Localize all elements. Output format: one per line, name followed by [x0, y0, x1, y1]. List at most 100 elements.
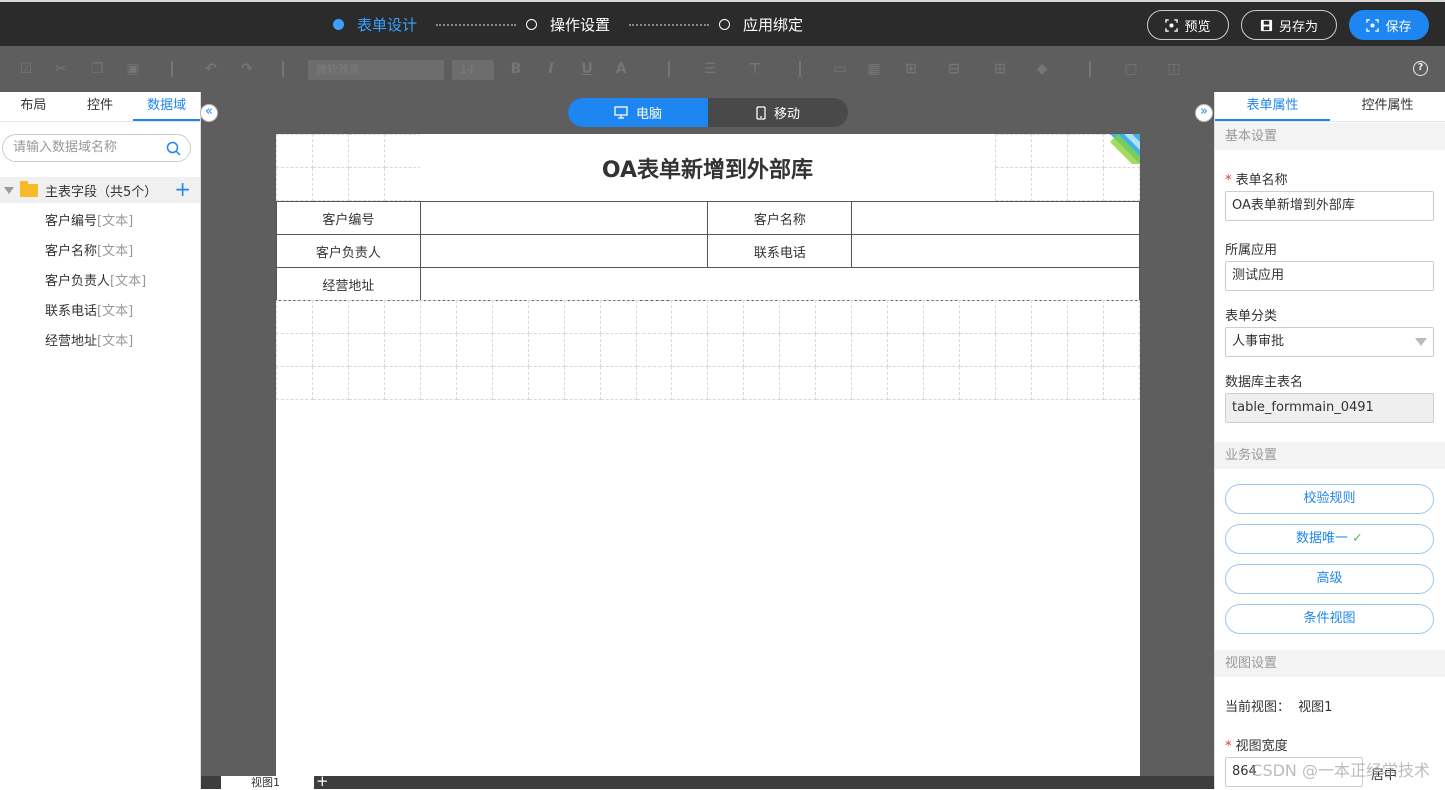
step-label: 表单设计	[357, 14, 417, 35]
device-pc-button[interactable]: 电脑	[568, 98, 708, 127]
add-view-icon[interactable]: +	[316, 774, 329, 789]
save-icon	[1366, 19, 1379, 32]
category-select-value: 人事审批	[1232, 334, 1284, 349]
form-value-cell[interactable]	[852, 202, 1140, 235]
form-label-cell[interactable]: 联系电话	[708, 235, 852, 268]
advanced-button[interactable]: 高级	[1225, 564, 1434, 594]
field-name: 客户编号	[45, 214, 97, 229]
app-label: 所属应用	[1225, 239, 1277, 258]
current-view-row: 当前视图： 视图1	[1225, 696, 1332, 715]
redo-icon[interactable]: ↷	[239, 61, 255, 77]
split-cells-icon[interactable]: ▦	[866, 61, 882, 77]
tree-item-field[interactable]: 客户负责人[文本]	[45, 270, 146, 289]
view-tab[interactable]: 视图1	[221, 776, 314, 789]
vertical-align-icon[interactable]: ⊤	[747, 61, 763, 77]
table-row: 经营地址	[277, 268, 1140, 301]
collapse-right-icon[interactable]: »	[1195, 104, 1213, 122]
form-label-cell[interactable]: 经营地址	[277, 268, 421, 301]
layout-icon[interactable]: ◫	[1166, 61, 1182, 77]
italic-icon[interactable]: I	[543, 61, 559, 77]
app-input[interactable]: 测试应用	[1225, 261, 1434, 291]
form-value-cell[interactable]	[420, 268, 1139, 301]
toolbar-divider	[171, 61, 173, 77]
form-value-cell[interactable]	[420, 202, 708, 235]
step-form-design[interactable]: 表单设计	[333, 14, 417, 34]
tree-item-field[interactable]: 客户名称[文本]	[45, 240, 133, 259]
step-connector	[436, 24, 516, 26]
search-icon[interactable]	[166, 141, 181, 156]
step-app-binding[interactable]: 应用绑定	[719, 14, 803, 34]
align-left-icon[interactable]: ☰	[702, 61, 718, 77]
tree-root-main-fields[interactable]: 主表字段（共5个） +	[0, 177, 200, 203]
form-canvas[interactable]: OA表单新增到外部库 客户编号 客户名称 客户负责人 联系电话 经营地址	[276, 134, 1140, 776]
copy-icon[interactable]: ❐	[89, 61, 105, 77]
field-type: [文本]	[97, 214, 133, 229]
corner-marker-icon	[1110, 134, 1140, 164]
tab-data-domain[interactable]: 数据域	[133, 92, 200, 121]
help-icon[interactable]: ?	[1413, 61, 1428, 76]
validation-rules-button[interactable]: 校验规则	[1225, 484, 1434, 514]
tab-control-properties[interactable]: 控件属性	[1330, 92, 1445, 121]
monitor-icon	[614, 106, 628, 119]
left-panel: 布局 控件 数据域 主表字段（共5个） + 客户编号[文本] 客户名称[文本] …	[0, 92, 201, 789]
step-dot-icon	[719, 19, 730, 30]
form-name-input[interactable]: OA表单新增到外部库	[1225, 191, 1434, 221]
save-button[interactable]: 保存	[1349, 10, 1429, 40]
data-unique-button[interactable]: 数据唯一✓	[1225, 524, 1434, 554]
step-connector	[629, 24, 709, 26]
tab-controls[interactable]: 控件	[67, 92, 134, 121]
save-as-button[interactable]: 另存为	[1241, 10, 1337, 40]
paste-icon[interactable]: ▣	[125, 61, 141, 77]
tree-item-field[interactable]: 客户编号[文本]	[45, 210, 133, 229]
form-table: 客户编号 客户名称 客户负责人 联系电话 经营地址	[276, 201, 1140, 301]
font-family-select[interactable]: 微软雅黑	[308, 60, 444, 80]
right-tabs: 表单属性 控件属性	[1215, 92, 1445, 122]
toolbar-divider	[282, 61, 284, 77]
font-color-icon[interactable]: A	[613, 61, 629, 77]
category-select[interactable]: 人事审批	[1225, 327, 1434, 357]
border-icon[interactable]: ⊞	[992, 61, 1008, 77]
preview-button[interactable]: 预览	[1147, 10, 1229, 40]
conditional-view-button[interactable]: 条件视图	[1225, 604, 1434, 634]
required-marker: *	[1225, 173, 1236, 188]
preview-icon	[1165, 19, 1178, 32]
form-name-label: * 表单名称	[1225, 169, 1288, 188]
form-label-cell[interactable]: 客户负责人	[277, 235, 421, 268]
step-operation-settings[interactable]: 操作设置	[526, 14, 610, 34]
tree-item-field[interactable]: 联系电话[文本]	[45, 300, 133, 319]
save-as-label: 另存为	[1279, 16, 1318, 35]
device-mobile-button[interactable]: 移动	[708, 98, 848, 127]
merge-cells-icon[interactable]: ▭	[832, 61, 848, 77]
section-business-settings: 业务设置	[1215, 442, 1445, 469]
form-title[interactable]: OA表单新增到外部库	[420, 134, 995, 201]
bold-icon[interactable]: B	[508, 61, 524, 77]
form-value-cell[interactable]	[420, 235, 708, 268]
image-icon[interactable]: ▢	[1123, 61, 1139, 77]
db-table-input: table_formmain_0491	[1225, 393, 1434, 423]
undo-icon[interactable]: ↶	[203, 61, 219, 77]
top-bar: 表单设计 操作设置 应用绑定 预览 另存为 保存	[0, 0, 1445, 46]
form-value-cell[interactable]	[852, 235, 1140, 268]
select-icon[interactable]: ☑	[18, 61, 34, 77]
folder-icon	[20, 184, 38, 197]
form-label-cell[interactable]: 客户编号	[277, 202, 421, 235]
tree-item-field[interactable]: 经营地址[文本]	[45, 330, 133, 349]
underline-icon[interactable]: U	[579, 61, 595, 77]
field-name: 经营地址	[45, 334, 97, 349]
caret-down-icon[interactable]	[4, 187, 14, 194]
form-label-cell[interactable]: 客户名称	[708, 202, 852, 235]
step-dot-icon	[526, 19, 537, 30]
fill-color-icon[interactable]: ◆	[1034, 61, 1050, 77]
collapse-left-icon[interactable]: «	[200, 104, 218, 122]
field-name: 客户负责人	[45, 274, 110, 289]
font-size-select[interactable]: 14	[452, 60, 494, 80]
insert-row-icon[interactable]: ⊞	[903, 61, 919, 77]
toolbar-divider	[668, 61, 670, 77]
delete-row-icon[interactable]: ⊟	[946, 61, 962, 77]
tab-form-properties[interactable]: 表单属性	[1215, 92, 1330, 121]
required-marker: *	[1225, 739, 1236, 754]
data-domain-search-input[interactable]	[13, 140, 163, 155]
add-field-icon[interactable]: +	[174, 179, 191, 199]
cut-icon[interactable]: ✂	[53, 61, 69, 77]
tab-layout[interactable]: 布局	[0, 92, 67, 121]
